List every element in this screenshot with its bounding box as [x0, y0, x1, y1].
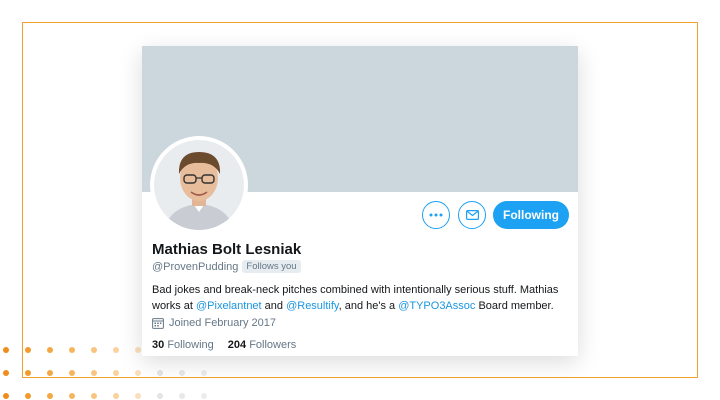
bio-text: Board member.	[475, 300, 554, 312]
user-handle: @ProvenPudding	[152, 260, 239, 273]
message-button[interactable]	[458, 201, 486, 229]
follows-you-badge: Follows you	[242, 260, 301, 273]
profile-card: Following Mathias Bolt Lesniak @ProvenPu…	[142, 46, 578, 356]
mention-link[interactable]: @Pixelantnet	[196, 300, 262, 312]
followers-count: 204	[227, 339, 247, 351]
more-button[interactable]	[422, 201, 450, 229]
mention-link[interactable]: @Resultify	[286, 300, 339, 312]
following-stat[interactable]: 30 Following	[152, 339, 214, 351]
followers-stat[interactable]: 204 Followers	[228, 339, 297, 351]
join-date-text: Joined February 2017	[169, 317, 277, 329]
avatar-photo	[154, 140, 244, 230]
profile-bio: Bad jokes and break-neck pitches combine…	[152, 282, 572, 314]
join-date: Joined February 2017	[152, 317, 276, 329]
bio-text: and	[261, 300, 287, 312]
following-label: Following	[167, 339, 214, 351]
envelope-icon	[465, 210, 479, 220]
calendar-icon	[152, 318, 164, 329]
profile-stats: 30 Following 204 Followers	[152, 339, 296, 351]
avatar[interactable]	[150, 136, 248, 234]
display-name: Mathias Bolt Lesniak	[152, 241, 302, 258]
following-button[interactable]: Following	[493, 201, 569, 229]
following-count: 30	[152, 339, 165, 351]
bio-text: , and he's a	[338, 300, 399, 312]
handle-row: @ProvenPudding Follows you	[152, 260, 301, 273]
followers-label: Followers	[249, 339, 297, 351]
mention-link[interactable]: @TYPO3Assoc	[398, 300, 475, 312]
more-icon	[429, 213, 443, 217]
